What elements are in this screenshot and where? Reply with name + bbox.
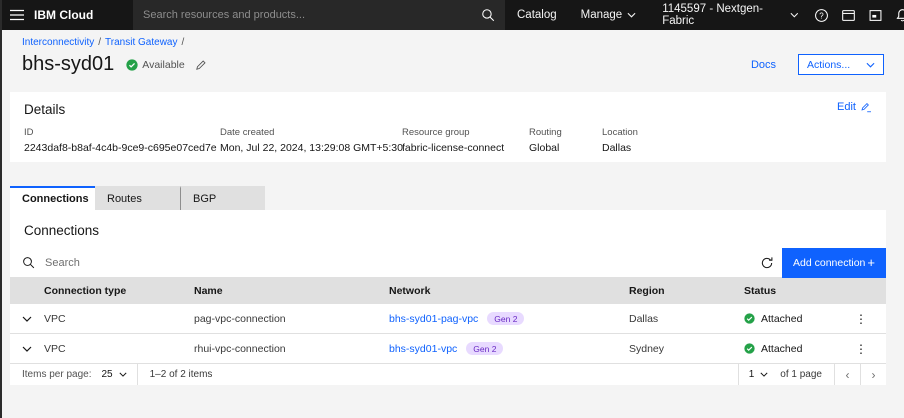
edit-pencil-icon [861, 102, 871, 112]
connections-heading: Connections [24, 223, 100, 238]
name-cell: pag-vpc-connection [194, 312, 286, 325]
global-search [133, 0, 505, 30]
breadcrumb: Interconnectivity / Transit Gateway / [22, 37, 884, 48]
row-expand-chevron-icon[interactable] [10, 334, 44, 363]
chevron-down-icon [119, 372, 127, 377]
gen2-badge: Gen 2 [466, 342, 504, 355]
breadcrumb-transit-gateway[interactable]: Transit Gateway [105, 37, 177, 48]
connections-panel: Connections Add connection + Connection … [10, 210, 886, 385]
manage-menu[interactable]: Manage [569, 0, 649, 30]
pagination-bar: Items per page: 25 1–2 of 2 items 1 of 1… [10, 364, 886, 385]
status-text: Available [142, 58, 185, 71]
overflow-menu-icon[interactable]: ⋮ [846, 334, 876, 363]
table-search-input[interactable] [45, 256, 740, 269]
col-network: Network [389, 285, 431, 297]
col-region: Region [629, 285, 665, 297]
details-fields: ID 2243daf8-b8af-4c4b-9ce9-c695e07ced7e … [24, 127, 872, 154]
col-status: Status [744, 285, 777, 297]
overflow-menu-icon[interactable]: ⋮ [846, 304, 876, 333]
checkmark-filled-icon [744, 313, 755, 324]
hamburger-menu-icon[interactable] [0, 0, 34, 30]
refresh-icon[interactable] [752, 248, 782, 278]
breadcrumb-interconnectivity[interactable]: Interconnectivity [22, 37, 94, 48]
tab-bar: Connections Routes BGP [10, 186, 886, 210]
add-connection-button[interactable]: Add connection + [782, 247, 886, 278]
page-count-text: of 1 page [780, 369, 822, 380]
wallet-icon[interactable] [862, 0, 889, 30]
chevron-down-icon [790, 12, 798, 18]
table-row: VPC pag-vpc-connection bhs-syd01-pag-vpc… [10, 304, 886, 334]
field-routing: Routing Global [529, 127, 562, 154]
page-number-select[interactable]: 1 [739, 364, 779, 385]
field-resource-group: Resource group fabric-license-connect [402, 127, 505, 154]
page-title: bhs-syd01 [22, 53, 115, 75]
row-expand-chevron-icon[interactable] [10, 304, 44, 333]
top-header: IBM Cloud Catalog Manage 1145597 - Nextg… [0, 0, 904, 30]
pagination-controls: 1 of 1 page ‹ › [737, 364, 886, 385]
region-cell: Sydney [629, 342, 665, 355]
col-name: Name [194, 285, 223, 297]
items-range-text: 1–2 of 2 items [149, 369, 213, 380]
breadcrumb-separator: / [98, 37, 102, 48]
plus-icon: + [867, 255, 875, 270]
tab-routes[interactable]: Routes [95, 186, 180, 210]
search-icon [22, 256, 35, 269]
table-toolbar: Add connection + [10, 247, 886, 278]
window-left-edge [0, 0, 2, 418]
connection-type-cell: VPC [44, 342, 66, 355]
chevron-down-icon [760, 372, 768, 377]
tab-bgp[interactable]: BGP [180, 186, 265, 210]
page-header: Interconnectivity / Transit Gateway / bh… [0, 30, 904, 92]
catalog-link[interactable]: Catalog [505, 0, 569, 30]
field-id: ID 2243daf8-b8af-4c4b-9ce9-c695e07ced7e [24, 127, 217, 154]
window-icon[interactable] [835, 0, 862, 30]
chevron-down-icon [866, 62, 875, 68]
checkmark-filled-icon [126, 58, 138, 71]
field-date-created: Date created Mon, Jul 22, 2024, 13:29:08… [220, 127, 403, 154]
header-utility-icons: ? [808, 0, 904, 30]
gen2-badge: Gen 2 [487, 312, 525, 325]
next-page-icon[interactable]: › [860, 364, 886, 385]
checkmark-filled-icon [744, 343, 755, 354]
network-cell: bhs-syd01-pag-vpc Gen 2 [389, 312, 629, 325]
items-per-page-select[interactable]: 25 [91, 364, 136, 385]
items-per-page-label: Items per page: [22, 369, 92, 380]
svg-text:?: ? [819, 11, 824, 20]
table-search [10, 248, 752, 277]
field-location: Location Dallas [602, 127, 638, 154]
search-icon[interactable] [481, 8, 495, 22]
connection-type-cell: VPC [44, 312, 66, 325]
table-header-row: Connection type Name Network Region Stat… [10, 278, 886, 304]
help-icon[interactable]: ? [808, 0, 835, 30]
header-brand-area: IBM Cloud [0, 0, 133, 30]
status-cell: Attached [744, 313, 846, 325]
notifications-icon[interactable] [889, 0, 904, 30]
details-heading: Details [24, 102, 66, 117]
actions-dropdown[interactable]: Actions... [798, 54, 884, 75]
ibm-cloud-logo[interactable]: IBM Cloud [34, 8, 93, 22]
network-cell: bhs-syd01-vpc Gen 2 [389, 342, 629, 355]
breadcrumb-separator: / [181, 37, 185, 48]
header-nav: Catalog Manage 1145597 - Nextgen-Fabric … [505, 0, 904, 30]
status-cell: Attached [744, 343, 846, 355]
rename-edit-icon[interactable] [195, 59, 207, 71]
tab-connections[interactable]: Connections [10, 186, 95, 210]
name-cell: rhui-vpc-connection [194, 342, 286, 355]
global-search-input[interactable] [143, 9, 475, 21]
previous-page-icon[interactable]: ‹ [834, 364, 860, 385]
docs-link[interactable]: Docs [751, 59, 776, 71]
col-connection-type: Connection type [44, 285, 127, 297]
edit-details-button[interactable]: Edit [837, 101, 872, 113]
details-card: Details Edit ID 2243daf8-b8af-4c4b-9ce9-… [10, 92, 886, 162]
chevron-down-icon [627, 12, 636, 18]
table-row: VPC rhui-vpc-connection bhs-syd01-vpc Ge… [10, 334, 886, 364]
network-link[interactable]: bhs-syd01-vpc [389, 343, 457, 355]
account-label: 1145597 - Nextgen-Fabric [662, 3, 764, 27]
network-link[interactable]: bhs-syd01-pag-vpc [389, 313, 478, 325]
account-selector[interactable]: 1145597 - Nextgen-Fabric [648, 0, 808, 30]
region-cell: Dallas [629, 312, 659, 325]
status-badge: Available [126, 58, 185, 71]
